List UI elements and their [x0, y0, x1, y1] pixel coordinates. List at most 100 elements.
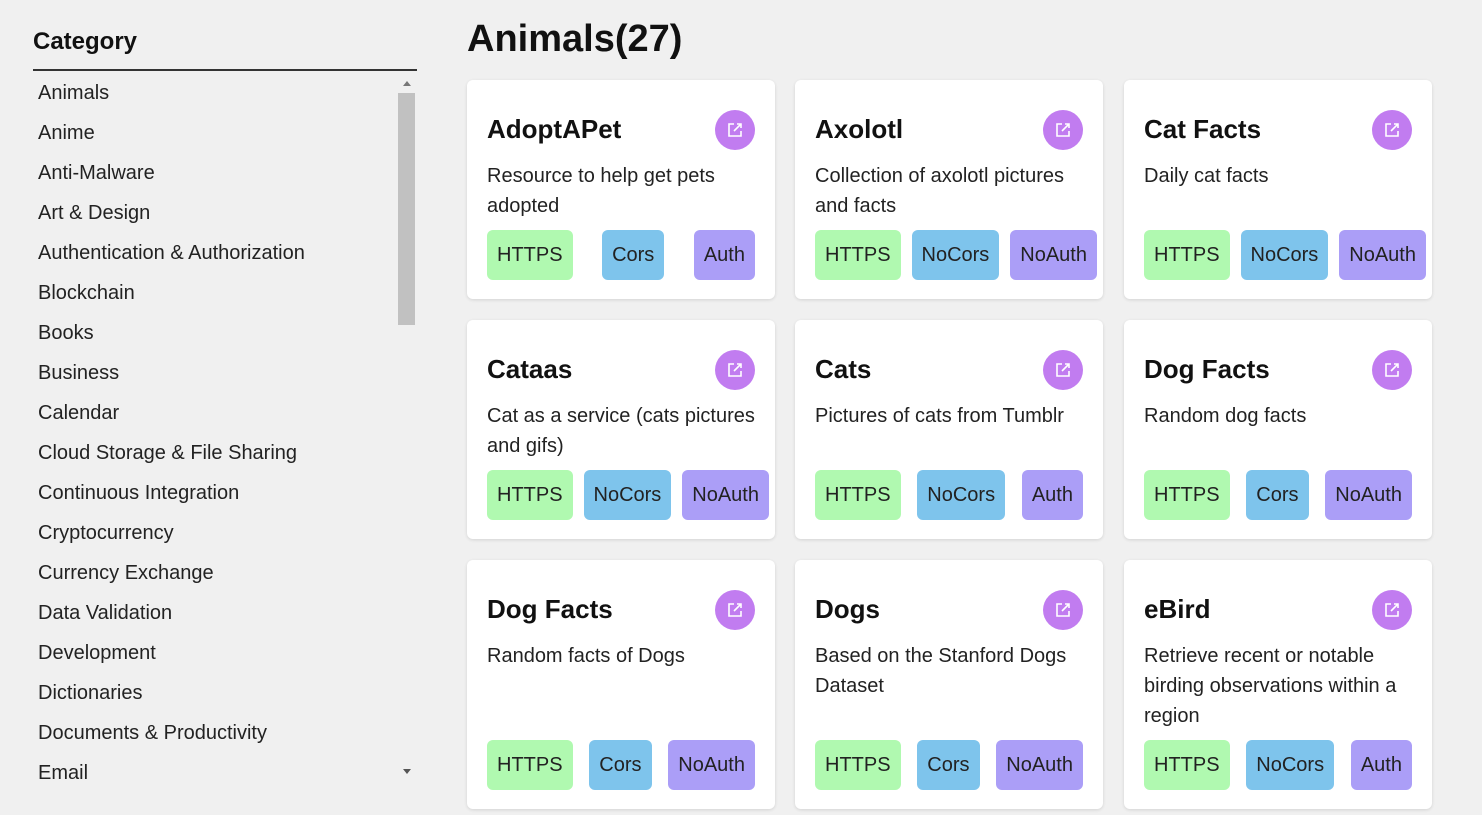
external-link-button[interactable] — [715, 110, 755, 150]
cors-tag: Cors — [589, 740, 652, 790]
external-link-icon — [728, 363, 742, 377]
category-item-cryptocurrency[interactable]: Cryptocurrency — [33, 513, 397, 553]
api-card: Dog Facts Random facts of Dogs HTTPS Cor… — [467, 560, 775, 809]
auth-tag: Auth — [1021, 470, 1083, 520]
https-tag: HTTPS — [815, 740, 901, 790]
card-tags: HTTPS NoCors Auth — [1144, 740, 1412, 790]
auth-tag: NoAuth — [668, 740, 755, 790]
category-scrollbar[interactable] — [397, 73, 417, 785]
cors-tag: NoCors — [911, 230, 1000, 280]
cors-tag: Cors — [917, 740, 980, 790]
cors-tag: NoCors — [1246, 740, 1335, 790]
category-item-books[interactable]: Books — [33, 313, 397, 353]
https-tag: HTTPS — [1144, 230, 1230, 280]
external-link-icon — [1056, 603, 1070, 617]
card-description: Random dog facts — [1144, 405, 1307, 427]
auth-tag: NoAuth — [1010, 230, 1097, 280]
category-item-data-validation[interactable]: Data Validation — [33, 593, 397, 633]
auth-tag: Auth — [1350, 740, 1412, 790]
https-tag: HTTPS — [815, 470, 901, 520]
category-heading: Category — [33, 28, 138, 55]
api-card: Axolotl Collection of axolotl pictures a… — [795, 80, 1103, 299]
cors-tag: Cors — [602, 230, 665, 280]
category-item-continuous-integration[interactable]: Continuous Integration — [33, 473, 397, 513]
arrow-up-icon[interactable] — [397, 75, 417, 91]
category-item-dictionaries[interactable]: Dictionaries — [33, 673, 397, 713]
https-tag: HTTPS — [487, 470, 573, 520]
card-tags: HTTPS Cors NoAuth — [815, 740, 1083, 790]
api-card: Dog Facts Random dog facts HTTPS Cors No… — [1124, 320, 1432, 539]
category-item-authentication[interactable]: Authentication & Authorization — [33, 233, 397, 273]
category-item-anime[interactable]: Anime — [33, 113, 397, 153]
api-card: Cat Facts Daily cat facts HTTPS NoCors N… — [1124, 80, 1432, 299]
scrollbar-thumb[interactable] — [398, 93, 415, 325]
card-tags: HTTPS Cors NoAuth — [487, 740, 755, 790]
card-description: Pictures of cats from Tumblr — [815, 405, 1064, 427]
card-description: Resource to help get pets adopted — [487, 165, 715, 217]
external-link-icon — [1385, 363, 1399, 377]
category-item-cloud-storage[interactable]: Cloud Storage & File Sharing — [33, 433, 397, 473]
arrow-down-icon[interactable] — [397, 763, 417, 779]
https-tag: HTTPS — [1144, 740, 1230, 790]
external-link-button[interactable] — [1043, 350, 1083, 390]
card-description: Random facts of Dogs — [487, 645, 685, 667]
api-card: AdoptAPet Resource to help get pets adop… — [467, 80, 775, 299]
category-item-animals[interactable]: Animals — [33, 73, 397, 113]
category-item-business[interactable]: Business — [33, 353, 397, 393]
category-item-art-design[interactable]: Art & Design — [33, 193, 397, 233]
card-tags: HTTPS NoCors NoAuth — [815, 230, 1097, 280]
card-tags: HTTPS Cors Auth — [487, 230, 755, 280]
card-title: AdoptAPet — [487, 114, 622, 144]
external-link-button[interactable] — [1043, 110, 1083, 150]
category-item-currency-exchange[interactable]: Currency Exchange — [33, 553, 397, 593]
cors-tag: Cors — [1246, 470, 1309, 520]
page-title: Animals(27) — [467, 18, 683, 60]
category-item-calendar[interactable]: Calendar — [33, 393, 397, 433]
card-title: eBird — [1144, 594, 1211, 624]
category-item-anti-malware[interactable]: Anti-Malware — [33, 153, 397, 193]
card-title: Cat Facts — [1144, 114, 1262, 144]
external-link-icon — [728, 123, 742, 137]
card-tags: HTTPS Cors NoAuth — [1144, 470, 1412, 520]
card-tags: HTTPS NoCors NoAuth — [1144, 230, 1426, 280]
external-link-button[interactable] — [715, 350, 755, 390]
card-description: Retrieve recent or notable birding obser… — [1144, 645, 1397, 727]
category-list: Animals Anime Anti-Malware Art & Design … — [33, 73, 397, 793]
category-item-email[interactable]: Email — [33, 753, 397, 793]
api-card: eBird Retrieve recent or notable birding… — [1124, 560, 1432, 809]
card-description: Collection of axolotl pictures and facts — [815, 165, 1065, 217]
category-item-development[interactable]: Development — [33, 633, 397, 673]
external-link-icon — [1056, 123, 1070, 137]
external-link-button[interactable] — [1372, 110, 1412, 150]
auth-tag: NoAuth — [1339, 230, 1426, 280]
https-tag: HTTPS — [815, 230, 901, 280]
cors-tag: NoCors — [917, 470, 1006, 520]
card-tags: HTTPS NoCors NoAuth — [487, 470, 769, 520]
card-title: Dogs — [815, 594, 880, 624]
external-link-button[interactable] — [1043, 590, 1083, 630]
category-divider — [33, 69, 417, 71]
category-item-blockchain[interactable]: Blockchain — [33, 273, 397, 313]
card-description: Based on the Stanford Dogs Dataset — [815, 645, 1067, 697]
https-tag: HTTPS — [1144, 470, 1230, 520]
category-item-documents[interactable]: Documents & Productivity — [33, 713, 397, 753]
external-link-button[interactable] — [1372, 350, 1412, 390]
api-card: Dogs Based on the Stanford Dogs Dataset … — [795, 560, 1103, 809]
card-tags: HTTPS NoCors Auth — [815, 470, 1083, 520]
card-title: Cats — [815, 354, 872, 384]
external-link-button[interactable] — [1372, 590, 1412, 630]
card-title: Cataas — [487, 354, 573, 384]
https-tag: HTTPS — [487, 230, 573, 280]
api-card: Cataas Cat as a service (cats pictures a… — [467, 320, 775, 539]
cors-tag: NoCors — [583, 470, 672, 520]
https-tag: HTTPS — [487, 740, 573, 790]
cors-tag: NoCors — [1240, 230, 1329, 280]
auth-tag: NoAuth — [682, 470, 769, 520]
card-title: Dog Facts — [1144, 354, 1270, 384]
card-title: Dog Facts — [487, 594, 613, 624]
external-link-button[interactable] — [715, 590, 755, 630]
auth-tag: NoAuth — [996, 740, 1083, 790]
category-sidebar: Category Animals Anime Anti-Malware Art … — [33, 0, 417, 815]
card-description: Cat as a service (cats pictures and gifs… — [487, 405, 755, 457]
card-description: Daily cat facts — [1144, 165, 1269, 187]
